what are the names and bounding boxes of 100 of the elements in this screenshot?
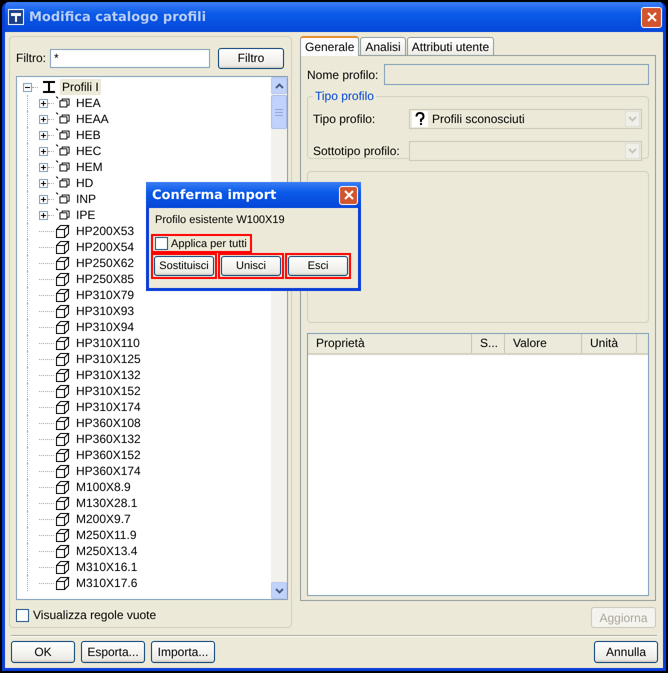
tree-item[interactable]: HP310X94 <box>74 319 136 335</box>
tree-item[interactable]: M130X28.1 <box>74 495 140 511</box>
tree-item[interactable]: HP310X93 <box>74 303 136 319</box>
tab[interactable]: Generale <box>300 36 360 56</box>
cube-profile-icon <box>55 367 71 383</box>
tree-item[interactable]: HP310X110 <box>74 335 142 351</box>
close-icon <box>646 12 656 22</box>
collapse-icon[interactable] <box>23 82 32 92</box>
ok-button[interactable]: OK <box>11 641 75 663</box>
field-label: Sottotipo profilo: <box>313 144 401 158</box>
field-label: Tipo profilo: <box>313 112 376 126</box>
checkbox[interactable] <box>16 608 29 622</box>
tree-item[interactable]: INP <box>74 191 98 207</box>
column-header[interactable]: Valore <box>505 334 582 353</box>
expand-icon[interactable] <box>39 114 48 124</box>
dialog-button[interactable]: Esci <box>288 256 348 276</box>
expand-icon[interactable] <box>39 178 48 188</box>
tree-item[interactable]: M100X8.9 <box>74 479 133 495</box>
tree-item[interactable]: HP360X108 <box>74 415 143 431</box>
tree-item[interactable]: HP360X152 <box>74 447 143 463</box>
tab[interactable]: Attributi utente <box>406 37 494 55</box>
folder-profile-icon <box>55 192 71 206</box>
tree-item[interactable]: HP310X125 <box>74 351 143 367</box>
folder-profile-icon <box>55 176 71 190</box>
folder-profile-icon <box>55 160 71 174</box>
tab[interactable]: Analisi <box>360 37 406 55</box>
cancel-button[interactable]: Annulla <box>594 641 658 663</box>
tree-item[interactable]: HEAA <box>74 111 111 127</box>
close-button[interactable] <box>641 6 662 28</box>
close-button[interactable] <box>339 186 358 204</box>
cube-profile-icon <box>55 303 71 319</box>
tree-item[interactable]: M310X16.1 <box>74 559 140 575</box>
tree-item[interactable]: HP250X62 <box>74 255 136 271</box>
tree-item[interactable]: HEB <box>74 127 103 143</box>
expand-icon[interactable] <box>39 146 48 156</box>
cube-profile-icon <box>55 271 71 287</box>
tree-item[interactable]: HD <box>74 175 96 191</box>
expand-icon[interactable] <box>39 210 48 220</box>
filter-field[interactable]: * <box>50 48 210 68</box>
tree-item[interactable]: HP310X132 <box>74 367 143 383</box>
close-icon <box>344 190 354 200</box>
cube-profile-icon <box>55 575 71 591</box>
cube-profile-icon <box>55 559 71 575</box>
cube-profile-icon <box>55 415 71 431</box>
cube-profile-icon <box>55 383 71 399</box>
tree-item[interactable]: HP310X79 <box>74 287 136 303</box>
folder-profile-icon <box>55 128 71 142</box>
import-button[interactable]: Importa... <box>151 641 215 663</box>
cube-profile-icon <box>55 511 71 527</box>
checkbox[interactable] <box>155 237 168 250</box>
tree-item[interactable]: HP360X174 <box>74 463 143 479</box>
tree-item[interactable]: HP360X132 <box>74 431 143 447</box>
dialog-button[interactable]: Sostituisci <box>154 256 214 276</box>
dialog-button[interactable]: Unisci <box>221 256 281 276</box>
folder-profile-icon <box>55 96 71 110</box>
tree-item[interactable]: IPE <box>74 207 98 223</box>
expand-icon[interactable] <box>39 162 48 172</box>
folder-profile-icon <box>55 112 71 126</box>
cube-profile-icon <box>55 527 71 543</box>
tree-item[interactable]: HEM <box>74 159 105 175</box>
cube-profile-icon <box>55 319 71 335</box>
filter-button[interactable]: Filtro <box>218 48 284 68</box>
cube-profile-icon <box>55 447 71 463</box>
column-header[interactable]: Proprietà <box>308 334 472 353</box>
tree-item[interactable]: M250X13.4 <box>74 543 140 559</box>
tree-item[interactable]: M250X11.9 <box>74 527 138 543</box>
folder-profile-icon <box>55 208 71 222</box>
cube-profile-icon <box>55 431 71 447</box>
cube-profile-icon <box>55 255 71 271</box>
cube-profile-icon <box>55 479 71 495</box>
export-button[interactable]: Esporta... <box>81 641 145 663</box>
tree-item[interactable]: HP310X152 <box>74 383 143 399</box>
tree-item[interactable]: M310X17.6 <box>74 575 140 591</box>
folder-profile-icon <box>55 144 71 158</box>
tree-item[interactable]: HP310X174 <box>74 399 143 415</box>
tree-item[interactable]: HEA <box>74 95 103 111</box>
field-label: Nome profilo: <box>307 68 378 82</box>
tree-item[interactable]: M200X9.7 <box>74 511 133 527</box>
tree-item[interactable]: HEC <box>74 143 104 159</box>
tree-item[interactable]: HP200X54 <box>74 239 136 255</box>
dialog-message: Profilo esistente W100X19 <box>154 214 286 228</box>
app-icon <box>8 9 24 25</box>
cube-profile-icon <box>55 543 71 559</box>
tree-item[interactable]: HP200X53 <box>74 223 136 239</box>
group-title: Tipo profilo <box>314 89 375 103</box>
column-header[interactable]: Unità <box>582 334 637 353</box>
dialog-title: Conferma import <box>152 188 276 202</box>
expand-icon[interactable] <box>39 98 48 108</box>
window-title: Modifica catalogo profili <box>29 10 208 24</box>
cube-profile-icon <box>55 335 71 351</box>
i-beam-icon <box>41 79 57 95</box>
column-header[interactable]: S... <box>472 334 505 353</box>
tree-item[interactable]: Profili I <box>60 79 101 95</box>
checkbox-label: Applica per tutti <box>171 238 247 250</box>
tree-item[interactable]: HP250X85 <box>74 271 136 287</box>
cube-profile-icon <box>55 495 71 511</box>
expand-icon[interactable] <box>39 130 48 140</box>
filter-label: Filtro: <box>16 51 46 65</box>
expand-icon[interactable] <box>39 194 48 204</box>
cube-profile-icon <box>55 223 71 239</box>
